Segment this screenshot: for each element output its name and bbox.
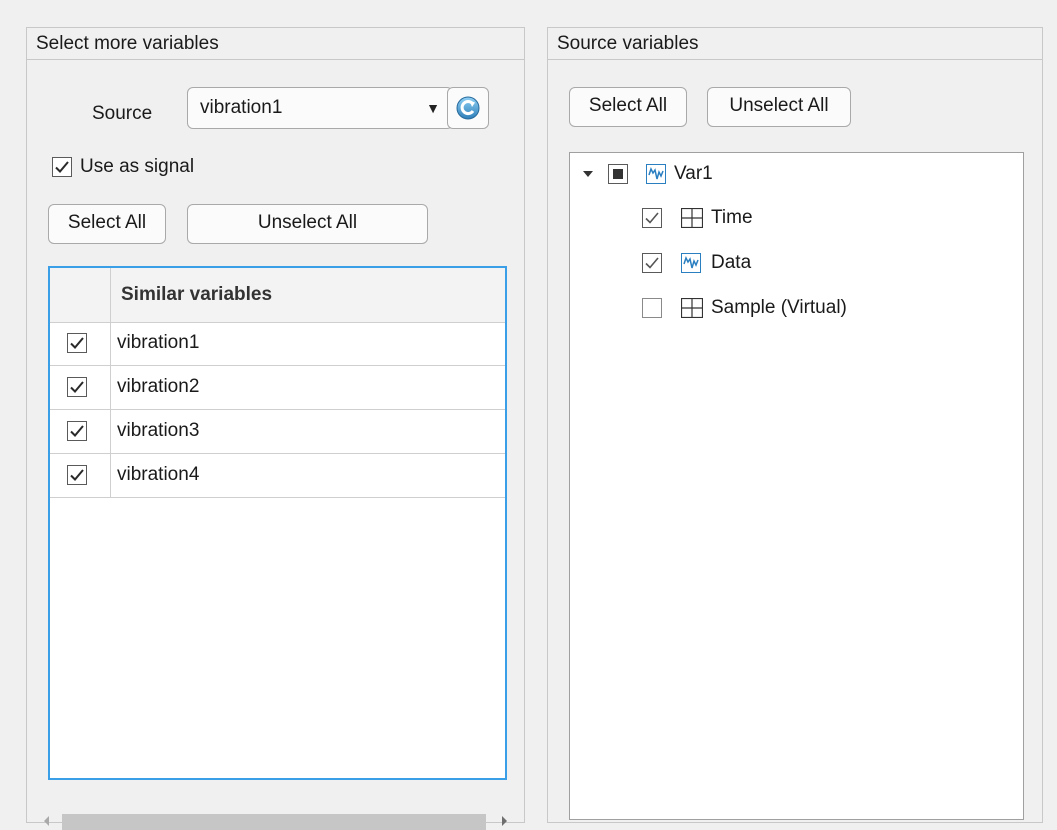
tree-node-var1[interactable]: Var1 [570, 159, 1010, 189]
source-dropdown[interactable]: vibration1 ▼ [187, 87, 453, 129]
tree-node-label: Sample (Virtual) [711, 297, 847, 318]
tree-node-data[interactable]: Data [570, 248, 1010, 278]
scroll-right-arrow-icon[interactable] [502, 816, 507, 826]
source-dropdown-value: vibration1 [200, 97, 283, 118]
tree-node-label: Time [711, 207, 753, 228]
right-unselect-all-button[interactable]: Unselect All [707, 87, 851, 127]
tree-node-time[interactable]: Time [570, 203, 1010, 233]
similar-variables-table[interactable]: Similar variables vibration1 vibration2 … [48, 266, 507, 780]
source-variables-panel: Source variables Select All Unselect All… [547, 27, 1043, 823]
scrollbar-thumb[interactable] [62, 814, 486, 830]
column-separator [110, 322, 111, 365]
horizontal-scrollbar[interactable] [34, 807, 512, 830]
column-separator [110, 268, 111, 322]
row-checkbox[interactable] [67, 333, 87, 353]
similar-variables-header[interactable]: Similar variables [121, 268, 272, 322]
signal-icon [681, 253, 701, 278]
table-icon [680, 207, 704, 233]
variable-name: vibration1 [117, 332, 200, 353]
source-label: Source [92, 103, 153, 124]
variable-name: vibration3 [117, 420, 200, 441]
scroll-left-arrow-icon[interactable] [44, 816, 49, 826]
column-separator [110, 410, 111, 453]
partial-checkbox[interactable] [608, 164, 628, 184]
refresh-icon [454, 94, 482, 127]
column-separator [110, 366, 111, 409]
right-select-all-button[interactable]: Select All [569, 87, 687, 127]
select-more-variables-panel: Select more variables Source vibration1 … [26, 27, 525, 823]
use-as-signal-check[interactable] [52, 157, 72, 177]
tree-node-sample-virtual[interactable]: Sample (Virtual) [570, 293, 1010, 323]
left-unselect-all-button[interactable]: Unselect All [187, 204, 428, 244]
panel-title-right: Source variables [548, 28, 1042, 60]
table-icon [680, 297, 704, 323]
table-row[interactable]: vibration2 [50, 366, 505, 410]
use-as-signal-label: Use as signal [80, 156, 195, 177]
table-row[interactable]: vibration4 [50, 454, 505, 498]
tree-checkbox[interactable] [642, 298, 662, 318]
row-checkbox[interactable] [67, 377, 87, 397]
variable-name: vibration2 [117, 376, 200, 397]
row-checkbox[interactable] [67, 465, 87, 485]
dropdown-arrow-icon: ▼ [426, 100, 440, 116]
table-row[interactable]: vibration1 [50, 322, 505, 366]
source-variables-tree[interactable]: Var1 Time Data Sample (Virtual) [569, 152, 1024, 820]
signal-icon [646, 164, 666, 189]
use-as-signal-checkbox[interactable]: Use as signal [52, 155, 252, 179]
row-checkbox[interactable] [67, 421, 87, 441]
panel-title-left: Select more variables [27, 28, 524, 60]
expand-arrow-icon[interactable] [583, 171, 593, 177]
table-row[interactable]: vibration3 [50, 410, 505, 454]
tree-node-label: Data [711, 252, 752, 273]
table-header: Similar variables [50, 268, 505, 323]
refresh-button[interactable] [447, 87, 489, 129]
variable-name: vibration4 [117, 464, 200, 485]
tree-node-label: Var1 [674, 163, 713, 184]
tree-checkbox[interactable] [642, 208, 662, 228]
column-separator [110, 454, 111, 497]
tree-checkbox[interactable] [642, 253, 662, 273]
left-select-all-button[interactable]: Select All [48, 204, 166, 244]
